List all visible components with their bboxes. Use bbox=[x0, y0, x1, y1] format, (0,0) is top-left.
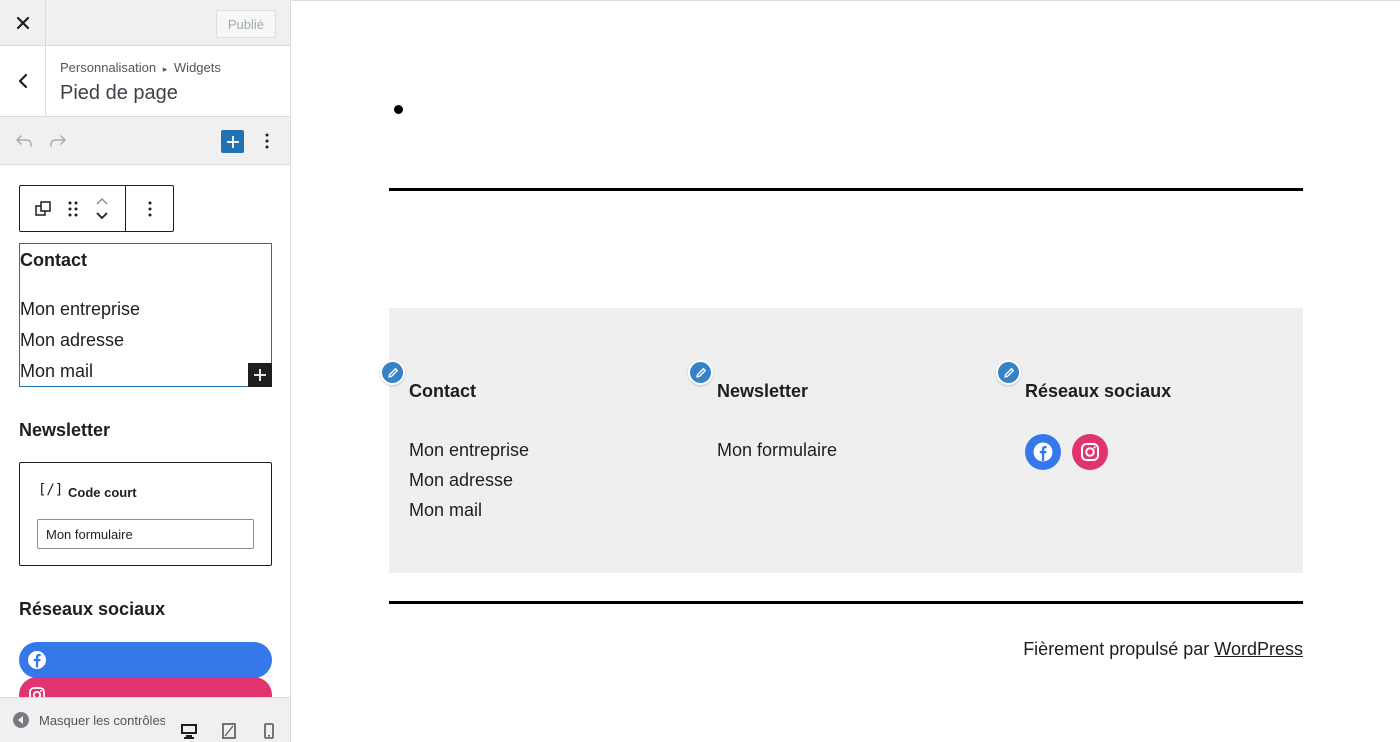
shortcode-label: Code court bbox=[68, 485, 137, 500]
plus-icon bbox=[254, 369, 266, 381]
preview-newsletter-title: Newsletter bbox=[717, 381, 809, 401]
chevron-up-icon bbox=[96, 197, 108, 205]
contact-line[interactable]: Mon adresse bbox=[20, 330, 124, 351]
newsletter-heading[interactable]: Newsletter bbox=[19, 420, 110, 441]
contact-line[interactable]: Mon mail bbox=[20, 361, 93, 382]
site-preview: Contact Mon entreprise Mon adresse Mon m… bbox=[292, 0, 1400, 742]
edit-newsletter-shortcut[interactable] bbox=[688, 360, 713, 385]
instagram-link-block[interactable] bbox=[19, 677, 272, 697]
undo-button[interactable] bbox=[12, 129, 36, 153]
tablet-icon bbox=[222, 723, 236, 739]
preview-tablet-button[interactable] bbox=[219, 722, 239, 740]
shortcode-input[interactable] bbox=[37, 519, 254, 549]
pencil-icon bbox=[695, 367, 706, 378]
widget-area-content: Contact Mon entreprise Mon adresse Mon m… bbox=[0, 165, 290, 697]
breadcrumb-child: Widgets bbox=[173, 60, 221, 75]
preview-mobile-button[interactable] bbox=[259, 722, 279, 740]
contact-line[interactable]: Mon entreprise bbox=[20, 299, 140, 320]
block-toolbar bbox=[19, 185, 174, 232]
undo-icon bbox=[16, 135, 32, 147]
page-title: Pied de page bbox=[60, 82, 178, 104]
add-block-button[interactable] bbox=[221, 130, 244, 153]
redo-icon bbox=[50, 135, 66, 147]
chevron-down-icon bbox=[96, 212, 108, 220]
mobile-icon bbox=[264, 723, 274, 739]
desktop-icon bbox=[181, 724, 197, 739]
facebook-icon bbox=[28, 651, 46, 669]
back-button[interactable] bbox=[0, 46, 46, 116]
breadcrumb-separator: ▸ bbox=[162, 64, 168, 74]
edit-social-shortcut[interactable] bbox=[996, 360, 1021, 385]
shortcode-block[interactable]: [/] Code court bbox=[19, 462, 272, 566]
move-down-button[interactable] bbox=[90, 207, 114, 225]
breadcrumb-parent: Personnalisation bbox=[60, 60, 157, 75]
toolbar-divider bbox=[125, 186, 126, 231]
instagram-icon bbox=[1081, 443, 1099, 461]
chevron-left-icon bbox=[18, 73, 27, 89]
breadcrumb: Personnalisation ▸ Widgets bbox=[60, 60, 221, 75]
copy-icon bbox=[35, 201, 51, 216]
shortcode-icon: [/] bbox=[38, 482, 64, 498]
site-credit: Fièrement propulsé par WordPress bbox=[1023, 639, 1303, 660]
facebook-link-block[interactable] bbox=[19, 642, 272, 678]
more-vertical-icon bbox=[148, 201, 152, 217]
close-button[interactable] bbox=[0, 0, 46, 46]
social-heading[interactable]: Réseaux sociaux bbox=[19, 599, 165, 620]
preview-social-title: Réseaux sociaux bbox=[1025, 381, 1172, 401]
preview-facebook-link[interactable] bbox=[1025, 434, 1061, 470]
collapse-label[interactable]: Masquer les contrôles bbox=[39, 713, 165, 728]
editor-toolbar bbox=[0, 117, 290, 165]
collapse-sidebar-button[interactable] bbox=[13, 712, 29, 728]
contact-heading[interactable]: Contact bbox=[20, 250, 87, 271]
footer-widget-area: Contact Mon entreprise Mon adresse Mon m… bbox=[380, 308, 1303, 573]
pencil-icon bbox=[1003, 367, 1014, 378]
more-vertical-icon bbox=[265, 133, 269, 149]
preview-contact-line: Mon mail bbox=[409, 500, 483, 520]
panel-header: Personnalisation ▸ Widgets Pied de page bbox=[0, 46, 290, 117]
separator-bottom bbox=[389, 601, 1303, 604]
instagram-icon bbox=[29, 687, 45, 697]
customizer-app: Publié Personnalisation ▸ Widgets Pied d… bbox=[0, 0, 1400, 742]
publish-button[interactable]: Publié bbox=[215, 10, 276, 38]
preview-desktop-button[interactable] bbox=[179, 722, 199, 740]
drag-handle[interactable] bbox=[61, 197, 85, 221]
sidebar-footer: Masquer les contrôles bbox=[0, 697, 290, 742]
collapse-arrow-icon bbox=[13, 712, 29, 728]
edit-contact-shortcut[interactable] bbox=[380, 360, 405, 385]
customizer-sidebar: Publié Personnalisation ▸ Widgets Pied d… bbox=[0, 0, 291, 742]
close-icon bbox=[16, 16, 29, 30]
plus-icon bbox=[226, 135, 239, 148]
redo-button[interactable] bbox=[46, 129, 70, 153]
pencil-icon bbox=[387, 367, 398, 378]
list-bullet bbox=[394, 105, 403, 114]
options-button[interactable] bbox=[258, 129, 276, 153]
facebook-icon bbox=[1033, 442, 1053, 462]
sidebar-topbar: Publié bbox=[0, 0, 290, 46]
preview-contact-title: Contact bbox=[409, 381, 476, 401]
preview-instagram-link[interactable] bbox=[1072, 434, 1108, 470]
block-options-button[interactable] bbox=[138, 197, 162, 221]
preview-contact-line: Mon entreprise bbox=[409, 440, 530, 460]
credit-prefix: Fièrement propulsé par bbox=[1023, 639, 1210, 659]
block-inserter-button[interactable] bbox=[248, 363, 272, 387]
preview-contact-line: Mon adresse bbox=[409, 470, 514, 490]
block-transform-button[interactable] bbox=[31, 197, 55, 221]
separator-top bbox=[389, 188, 1303, 191]
preview-newsletter-line: Mon formulaire bbox=[717, 440, 838, 460]
drag-handle-icon bbox=[68, 201, 78, 217]
wordpress-link[interactable]: WordPress bbox=[1214, 639, 1303, 659]
contact-block[interactable]: Contact Mon entreprise Mon adresse Mon m… bbox=[19, 243, 272, 387]
